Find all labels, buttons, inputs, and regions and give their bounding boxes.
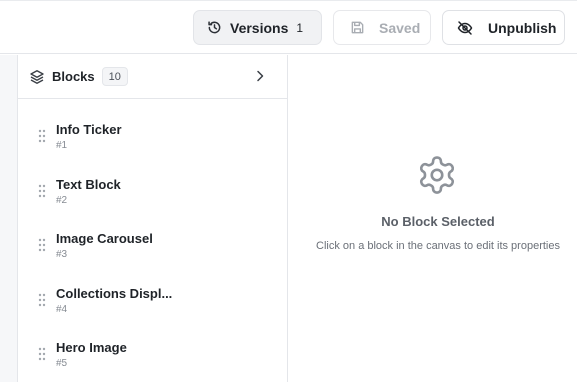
saved-button[interactable]: Saved [333, 10, 431, 45]
drag-handle-icon[interactable] [37, 347, 47, 361]
versions-button[interactable]: Versions 1 [193, 10, 322, 45]
chevron-right-icon[interactable] [253, 69, 267, 83]
block-number: #1 [56, 140, 68, 151]
block-name: Text Block [56, 177, 121, 192]
block-name: Hero Image [56, 340, 127, 355]
block-list-item[interactable]: Text Block #2 [18, 171, 287, 221]
block-list-item[interactable]: Image Carousel #3 [18, 225, 287, 275]
properties-panel: No Block Selected Click on a block in th… [289, 55, 577, 382]
unpublish-label: Unpublish [488, 19, 557, 36]
save-icon [349, 20, 365, 36]
layers-icon [29, 69, 45, 85]
block-list-item[interactable]: Info Ticker #1 [18, 116, 287, 166]
empty-state-title: No Block Selected [381, 214, 495, 229]
versions-label: Versions [230, 19, 289, 36]
block-number: #2 [56, 195, 68, 206]
versions-count-badge: 1 [296, 20, 303, 35]
block-name: Collections Displ... [56, 286, 173, 301]
drag-handle-icon[interactable] [37, 238, 47, 252]
block-name: Info Ticker [56, 122, 122, 137]
unpublish-button[interactable]: Unpublish [442, 10, 565, 45]
drag-handle-icon[interactable] [37, 293, 47, 307]
blocks-panel: Blocks 10 Info Ticker #1 Text Block #2 I… [18, 55, 288, 382]
block-number: #3 [56, 249, 68, 260]
saved-label: Saved [379, 19, 421, 36]
blocks-panel-title: Blocks [52, 69, 95, 84]
blocks-panel-header[interactable]: Blocks 10 [18, 55, 287, 99]
block-number: #4 [56, 304, 68, 315]
left-gutter [0, 55, 18, 382]
eye-off-icon [457, 20, 473, 36]
top-divider [0, 0, 577, 1]
gear-icon [416, 154, 458, 196]
empty-state-message: Click on a block in the canvas to edit i… [316, 240, 560, 252]
history-icon [206, 20, 222, 36]
blocks-count-badge: 10 [101, 67, 128, 86]
top-toolbar: Versions 1 Saved Unpublish [0, 0, 577, 54]
block-name: Image Carousel [56, 231, 153, 246]
block-number: #5 [56, 358, 68, 369]
block-list-item[interactable]: Collections Displ... #4 [18, 280, 287, 330]
block-list-item[interactable]: Hero Image #5 [18, 334, 287, 382]
drag-handle-icon[interactable] [37, 184, 47, 198]
drag-handle-icon[interactable] [37, 129, 47, 143]
